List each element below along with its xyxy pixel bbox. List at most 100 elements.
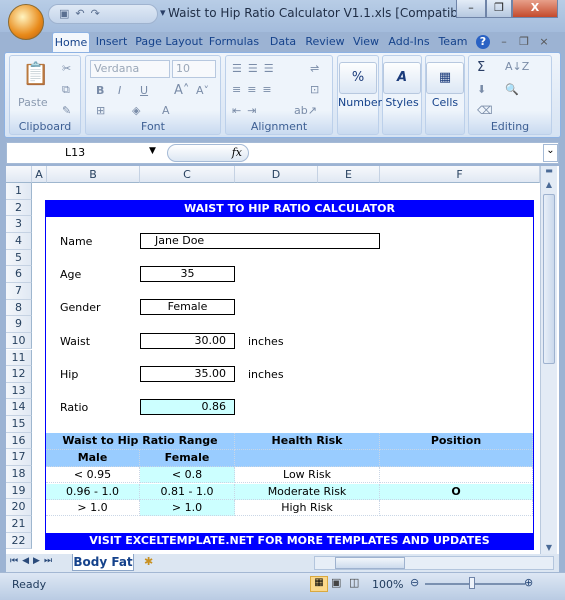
split-box[interactable]: ▬ <box>541 166 557 180</box>
column-header[interactable]: E <box>318 166 380 183</box>
row-header[interactable]: 5 <box>6 249 32 267</box>
number-button[interactable]: Number <box>338 96 382 109</box>
tab-data[interactable]: Data <box>265 32 301 52</box>
restore-button[interactable]: ❐ <box>486 0 512 18</box>
name-box-dropdown-icon[interactable]: ▼ <box>149 146 156 156</box>
sheet-nav-icons[interactable]: ⏮◀▶⏭ <box>10 556 56 566</box>
help-icon[interactable]: ? <box>476 35 490 49</box>
paste-button[interactable]: Paste <box>18 96 48 109</box>
horizontal-align-icons[interactable]: ≡≡≡ <box>232 83 278 96</box>
expand-formula-bar-icon[interactable]: ⌄ <box>543 144 558 162</box>
worksheet[interactable]: A B C D E F 1 2 3 4 5 6 7 8 9 10 11 12 13 14 15 16 17 18 1… <box>6 166 559 554</box>
sheet-tab-body-fat[interactable]: Body Fat <box>72 554 134 571</box>
row-header[interactable]: 19 <box>6 482 32 500</box>
row-header[interactable]: 21 <box>6 516 32 533</box>
row-header[interactable]: 16 <box>6 432 32 450</box>
column-header[interactable]: A <box>32 166 47 183</box>
horizontal-scroll-thumb[interactable] <box>335 557 405 569</box>
cut-icon[interactable]: ✂ <box>62 62 71 75</box>
cells-group[interactable]: ▦ Cells <box>425 55 465 135</box>
footer-banner[interactable]: VISIT EXCELTEMPLATE.NET FOR MORE TEMPLAT… <box>46 533 533 549</box>
vertical-scrollbar[interactable]: ▬ ▲ ▼ <box>540 166 557 554</box>
font-name-dropdown[interactable]: Verdana <box>90 60 170 78</box>
vertical-align-icons[interactable]: ☰☰☰ <box>232 62 280 75</box>
tab-insert[interactable]: Insert <box>91 32 132 52</box>
row-header[interactable]: 13 <box>6 382 32 400</box>
minimize-button[interactable]: – <box>456 0 486 18</box>
copy-icon[interactable]: ⧉ <box>62 83 70 97</box>
customize-qat-icon[interactable]: ▾ <box>160 6 166 19</box>
merge-center-icon[interactable]: ⊡ <box>310 83 319 96</box>
undo-icon[interactable]: ↶ <box>75 7 90 20</box>
cells-button[interactable]: Cells <box>426 96 464 109</box>
name-box[interactable]: L13 <box>7 143 162 163</box>
name-field[interactable]: Jane Doe <box>140 233 380 249</box>
zoom-slider-handle[interactable] <box>469 577 475 589</box>
formula-input[interactable] <box>253 143 543 163</box>
tab-formulas[interactable]: Formulas <box>206 32 262 52</box>
zoom-out-icon[interactable]: ⊖ <box>410 576 419 589</box>
scroll-up-icon[interactable]: ▲ <box>541 180 557 194</box>
format-painter-icon[interactable]: ✎ <box>62 104 71 117</box>
styles-button[interactable]: Styles <box>383 96 421 109</box>
grow-font-icon[interactable]: A˄ <box>174 83 189 98</box>
tab-page-layout[interactable]: Page Layout <box>134 32 204 52</box>
tab-home[interactable]: Home <box>52 32 90 52</box>
styles-group[interactable]: A Styles <box>382 55 422 135</box>
row-header[interactable]: 12 <box>6 366 32 383</box>
row-header[interactable]: 18 <box>6 466 32 483</box>
tab-add-ins[interactable]: Add-Ins <box>386 32 432 52</box>
row-header[interactable]: 2 <box>6 199 32 217</box>
office-button[interactable] <box>8 4 44 40</box>
styles-icon[interactable]: A <box>383 62 421 94</box>
gender-field[interactable]: Female <box>140 299 235 315</box>
column-header[interactable]: D <box>235 166 318 183</box>
number-group[interactable]: % Number <box>337 55 382 135</box>
select-all-button[interactable] <box>6 166 32 183</box>
close-button[interactable]: X <box>512 0 558 18</box>
redo-icon[interactable]: ↷ <box>91 7 106 20</box>
font-color-icon[interactable]: A <box>162 104 170 117</box>
row-header[interactable]: 11 <box>6 349 32 367</box>
orientation-icon[interactable]: ab↗ <box>294 104 317 117</box>
fill-color-icon[interactable]: ◈ <box>132 104 140 117</box>
zoom-in-icon[interactable]: ⊕ <box>524 576 533 589</box>
scroll-thumb[interactable] <box>543 194 555 364</box>
row-header[interactable]: 14 <box>6 399 32 417</box>
paste-icon[interactable]: 📋 <box>22 62 49 87</box>
scroll-down-icon[interactable]: ▼ <box>541 543 557 552</box>
tab-review[interactable]: Review <box>303 32 347 52</box>
shrink-font-icon[interactable]: A˅ <box>196 84 209 97</box>
age-field[interactable]: 35 <box>140 266 235 282</box>
underline-button[interactable]: U <box>140 84 148 97</box>
tab-view[interactable]: View <box>349 32 383 52</box>
row-header[interactable]: 9 <box>6 316 32 333</box>
indent-icons[interactable]: ⇤⇥ <box>232 104 262 117</box>
quick-access-toolbar[interactable]: ▣↶↷ <box>48 4 158 24</box>
fill-icon[interactable]: ⬇ <box>477 83 486 96</box>
row-header[interactable]: 10 <box>6 332 32 350</box>
zoom-slider[interactable] <box>425 583 525 585</box>
percent-icon[interactable]: % <box>339 62 377 94</box>
autosum-icon[interactable]: Σ <box>477 60 485 75</box>
row-header[interactable]: 15 <box>6 416 32 433</box>
row-header[interactable]: 8 <box>6 299 32 317</box>
cells-icon[interactable]: ▦ <box>426 62 464 94</box>
horizontal-scrollbar[interactable] <box>314 556 554 570</box>
insert-function-button[interactable]: fx <box>167 144 249 162</box>
column-header[interactable]: F <box>380 166 540 183</box>
row-header[interactable]: 4 <box>6 232 32 250</box>
bold-button[interactable]: B <box>96 84 104 97</box>
row-header[interactable]: 3 <box>6 216 32 233</box>
row-header[interactable]: 6 <box>6 266 32 283</box>
ribbon-restore-icon[interactable]: ❐ <box>516 32 532 52</box>
ribbon-close-icon[interactable]: × <box>536 32 552 52</box>
page-break-view-icon[interactable]: ◫ <box>349 576 359 589</box>
waist-field[interactable]: 30.00 <box>140 333 235 349</box>
row-header[interactable]: 1 <box>6 183 32 200</box>
italic-button[interactable]: I <box>118 84 121 97</box>
clear-icon[interactable]: ⌫ <box>477 104 493 117</box>
row-header[interactable]: 20 <box>6 499 32 516</box>
tab-team[interactable]: Team <box>435 32 471 52</box>
wrap-text-icon[interactable]: ⇌ <box>310 62 319 75</box>
